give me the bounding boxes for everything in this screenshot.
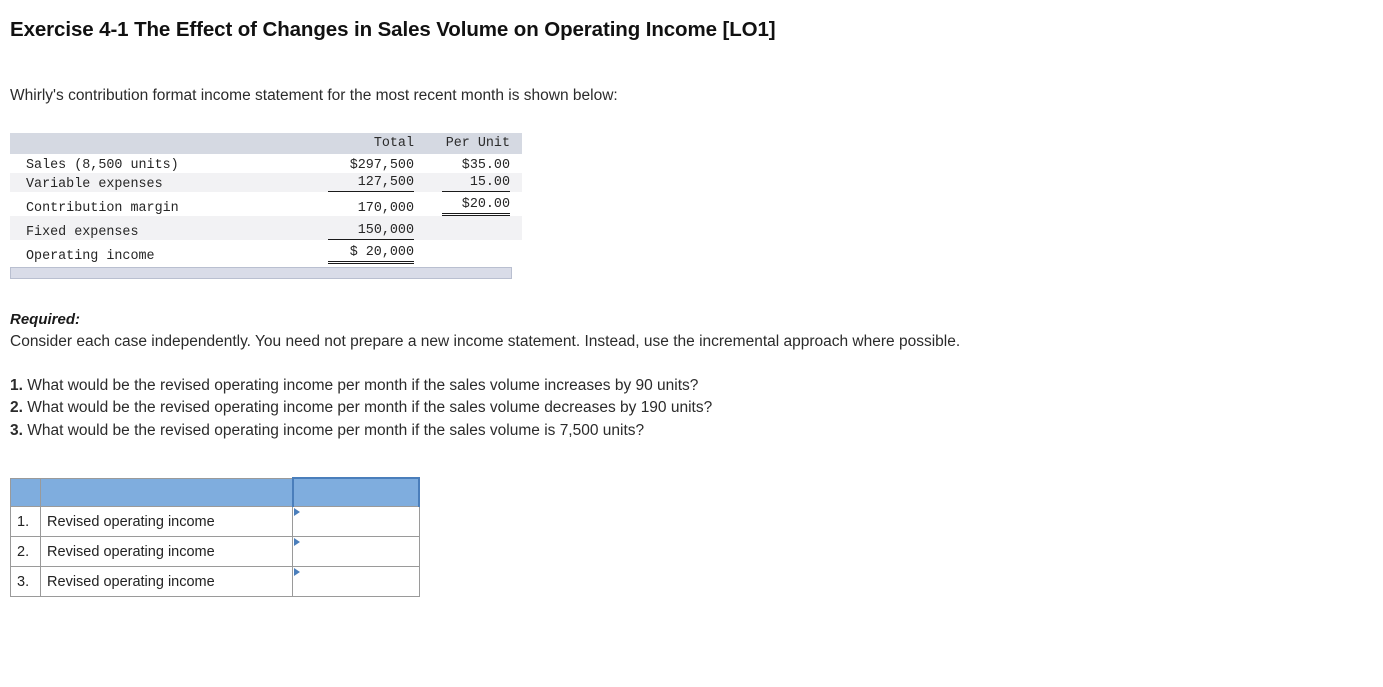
revised-operating-income-input-3[interactable] (299, 567, 413, 597)
intro-text: Whirly's contribution format income stat… (10, 86, 618, 104)
row-label-operating-income: Operating income (26, 248, 155, 264)
question-1: 1. What would be the revised operating i… (10, 375, 1383, 397)
income-statement-table: Total Per Unit Sales (8,500 units) $297,… (10, 132, 522, 264)
row-total-contribution-margin: 170,000 (357, 200, 414, 216)
table-row-fixed-expenses: Fixed expenses 150,000 (10, 220, 522, 240)
row-unit-fixed-expenses (422, 220, 522, 240)
row-unit-sales: $35.00 (461, 157, 510, 173)
answer-row-2-input-cell[interactable] (292, 536, 420, 568)
table-row-operating-income: Operating income $ 20,000 (10, 245, 522, 264)
page-title: Exercise 4-1 The Effect of Changes in Sa… (10, 18, 776, 41)
row-total-operating-income: $ 20,000 (310, 245, 422, 264)
row-unit-variable-expenses: 15.00 (422, 172, 522, 192)
questions-list: 1. What would be the revised operating i… (10, 353, 1383, 442)
answer-row-1-input-cell[interactable] (292, 506, 420, 538)
row-label-contribution-margin: Contribution margin (26, 200, 179, 216)
table-row-sales: Sales (8,500 units) $297,500 $35.00 (10, 154, 522, 173)
table-row: 1. Revised operating income (9, 506, 420, 538)
header-blank (10, 132, 310, 154)
question-2-text: What would be the revised operating inco… (27, 399, 713, 417)
answer-header-input (291, 477, 421, 508)
answer-row-3-label: Revised operating income (40, 566, 294, 598)
income-statement-footer-bar (10, 266, 512, 279)
exercise-page: Exercise 4-1 The Effect of Changes in Sa… (0, 0, 1383, 598)
answer-entry-section: 1. Revised operating income 2. Revised o… (9, 442, 1383, 598)
income-statement-header-row: Total Per Unit (10, 132, 522, 154)
required-label: Required: (10, 310, 81, 328)
income-statement: Total Per Unit Sales (8,500 units) $297,… (10, 132, 522, 279)
answer-row-2-label: Revised operating income (40, 536, 294, 568)
question-1-text: What would be the revised operating inco… (27, 376, 699, 394)
answer-row-1-label: Revised operating income (40, 506, 294, 538)
row-unit-contribution-margin: $20.00 (422, 197, 522, 216)
required-body: Consider each case independently. You ne… (10, 332, 961, 350)
row-total-fixed-expenses: 150,000 (310, 220, 422, 240)
table-row-contribution-margin: Contribution margin 170,000 $20.00 (10, 197, 522, 216)
revised-operating-income-input-1[interactable] (299, 507, 413, 537)
question-3: 3. What would be the revised operating i… (10, 420, 1383, 442)
answer-row-1-number: 1. (9, 506, 42, 538)
row-total-sales: $297,500 (349, 157, 414, 173)
row-label-fixed-expenses: Fixed expenses (10, 220, 310, 240)
header-total: Total (310, 132, 422, 154)
row-unit-operating-income (422, 245, 522, 264)
answer-header-label (40, 477, 294, 508)
revised-operating-income-input-2[interactable] (299, 537, 413, 567)
answer-table: 1. Revised operating income 2. Revised o… (9, 477, 421, 598)
answer-row-2-number: 2. (9, 536, 42, 568)
table-row-variable-expenses: Variable expenses 127,500 15.00 (10, 172, 522, 192)
header-per-unit: Per Unit (422, 132, 522, 154)
question-1-number: 1. (10, 376, 23, 394)
question-3-number: 3. (10, 421, 23, 439)
row-label-sales: Sales (8,500 units) (26, 157, 179, 173)
table-row: 3. Revised operating income (9, 566, 420, 598)
row-total-variable-expenses: 127,500 (310, 172, 422, 192)
table-row: 2. Revised operating income (9, 536, 420, 568)
question-2: 2. What would be the revised operating i… (10, 397, 1383, 419)
row-label-variable-expenses: Variable expenses (10, 172, 310, 192)
question-3-text: What would be the revised operating inco… (27, 421, 645, 439)
answer-header-num (9, 477, 42, 508)
question-2-number: 2. (10, 399, 23, 417)
answer-row-3-input-cell[interactable] (292, 566, 420, 598)
answer-row-3-number: 3. (9, 566, 42, 598)
answer-table-header-row (9, 477, 421, 508)
